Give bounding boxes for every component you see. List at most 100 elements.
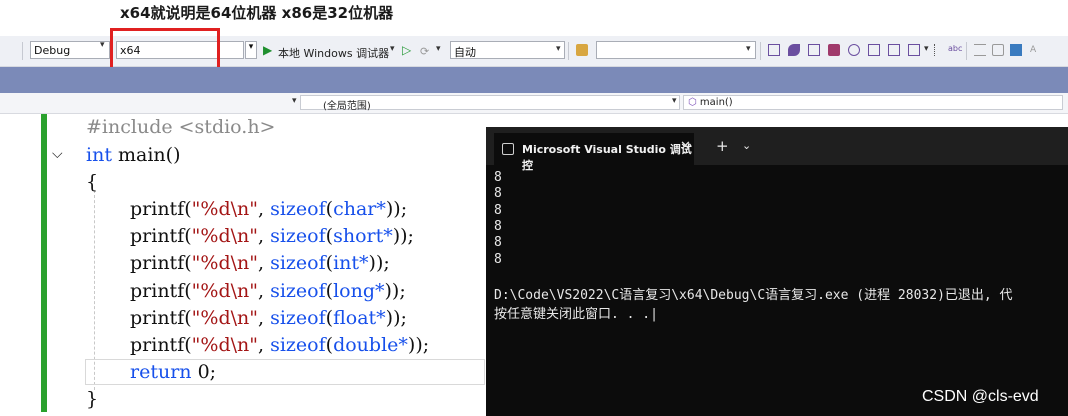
person-icon[interactable] [1010,44,1022,56]
chevron-down-icon[interactable]: ⌄ [742,139,751,152]
press-key-prompt: 按任意键关闭此窗口. . .| [494,303,658,322]
solution-icon[interactable] [576,44,588,56]
list-icon[interactable] [868,44,880,56]
refresh-icon[interactable]: ⟳ [420,45,429,58]
main-name: main() [111,144,181,166]
cursor: | [650,307,658,322]
chevron-down-icon[interactable]: ▾ [436,44,441,54]
exit-message: D:\Code\VS2022\C语言复习\x64\Debug\C语言复习.exe… [494,288,1013,303]
sizeof-keyword: sizeof [270,334,326,356]
new-tab-icon[interactable]: + [716,137,729,155]
sizeof-keyword: sizeof [270,306,326,329]
printf-line: printf("%d\n", sizeof(short*)); [130,225,414,248]
layout-icon[interactable] [908,44,920,56]
format-icon[interactable] [934,44,947,56]
pointer-type: short* [333,225,393,248]
sizeof-keyword: sizeof [270,198,326,220]
navigation-bar: ▾ (全局范围) ▾ ⬡ main() [0,93,1068,114]
panel-icon[interactable] [888,44,900,56]
bag-icon[interactable] [828,44,840,56]
member-dropdown[interactable]: ⬡ main() [683,95,1063,110]
format-string: "%d\n" [191,252,258,275]
sizeof-keyword: sizeof [270,279,326,302]
format-string: "%d\n" [191,225,258,248]
chevron-down-icon[interactable]: ▾ [746,44,751,54]
chevron-down-icon[interactable]: ▾ [100,40,105,50]
printf-line: printf("%d\n", sizeof(int*)); [130,252,390,275]
chevron-down-icon[interactable]: ▾ [292,96,297,106]
open-brace: { [86,171,99,193]
output-line: 8 [494,218,502,234]
platform-dropdown-arrow[interactable]: ▾ [245,41,257,59]
window-icon[interactable] [768,44,780,56]
console-window[interactable]: Microsoft Visual Studio 调试控 ✕ + ⌄ 888888… [486,127,1068,416]
method-icon: ⬡ [688,97,697,108]
user-icon[interactable] [848,44,860,56]
chevron-down-icon[interactable]: ▾ [672,96,677,106]
format-string: "%d\n" [191,279,258,302]
watermark: CSDN @cls-evd [922,388,1039,405]
printf-line: printf("%d\n", sizeof(float*)); [130,306,407,329]
align-icon[interactable] [974,44,986,56]
output-line: 8 [494,186,502,202]
format-string: "%d\n" [191,306,258,329]
run-debugger-button[interactable]: 本地 Windows 调试器 [278,45,389,61]
output-line: 8 [494,251,502,267]
wrench-icon[interactable] [788,44,800,56]
font-icon[interactable]: A [1030,45,1036,55]
pointer-type: char* [333,198,386,220]
terminal-icon [502,143,514,155]
printf-line: printf("%d\n", sizeof(char*)); [130,198,408,220]
pointer-type: long* [333,279,385,302]
console-title: Microsoft Visual Studio 调试控 [522,143,692,172]
annotation-text: x64就说明是64位机器 x86是32位机器 [120,4,394,22]
play-icon[interactable]: ▶ [263,43,272,57]
return-value: 0; [191,361,217,383]
printf-call: printf [130,198,185,220]
pointer-type: int* [333,252,369,275]
printf-call: printf [130,334,185,356]
spellcheck-icon[interactable]: abc [948,44,962,56]
toolbar-separator [760,42,761,60]
pointer-type: float* [333,306,386,329]
toolbar-separator [22,42,23,60]
main-signature: int main() [86,144,180,166]
change-marker [41,114,47,412]
console-tab[interactable]: Microsoft Visual Studio 调试控 ✕ [494,133,694,172]
prompt-text: 按任意键关闭此窗口. . . [494,307,651,322]
format-string: "%d\n" [191,198,258,220]
printf-call: printf [130,252,185,275]
printf-call: printf [130,225,185,248]
chevron-down-icon[interactable]: ▾ [390,44,395,54]
toolbar-separator [568,42,569,60]
chevron-down-icon[interactable]: ▾ [924,44,929,54]
search-combo[interactable] [596,41,756,59]
auto-value: 自动 [454,46,476,59]
include-line: #include <stdio.h> [86,116,276,138]
config-value: Debug [34,44,71,57]
printf-line: printf("%d\n", sizeof(double*)); [130,334,430,356]
member-value: main() [699,97,733,108]
close-brace: } [86,388,99,410]
close-icon[interactable]: ✕ [680,139,691,154]
printf-call: printf [130,306,185,329]
collapse-icon[interactable]: ⌵ [52,146,63,162]
sizeof-keyword: sizeof [270,252,326,275]
output-line: 8 [494,235,502,251]
console-tab-bar: Microsoft Visual Studio 调试控 ✕ + ⌄ [486,127,1068,172]
tab-strip [0,67,1068,93]
printf-call: printf [130,279,185,302]
bracket-icon[interactable] [992,44,1004,56]
chevron-down-icon[interactable]: ▾ [556,44,561,54]
auto-dropdown[interactable]: 自动 [450,41,565,59]
printf-line: printf("%d\n", sizeof(long*)); [130,279,406,302]
pointer-type: double* [333,334,408,356]
grid-icon[interactable] [808,44,820,56]
config-dropdown[interactable]: Debug [30,41,110,59]
return-line: return 0; [130,361,216,383]
scope-dropdown[interactable]: (全局范围) [300,95,680,112]
start-without-debug-icon[interactable]: ▷ [402,43,411,57]
scope-value: (全局范围) [323,101,371,112]
output-line: 8 [494,170,502,185]
output-line: 8 [494,202,502,218]
